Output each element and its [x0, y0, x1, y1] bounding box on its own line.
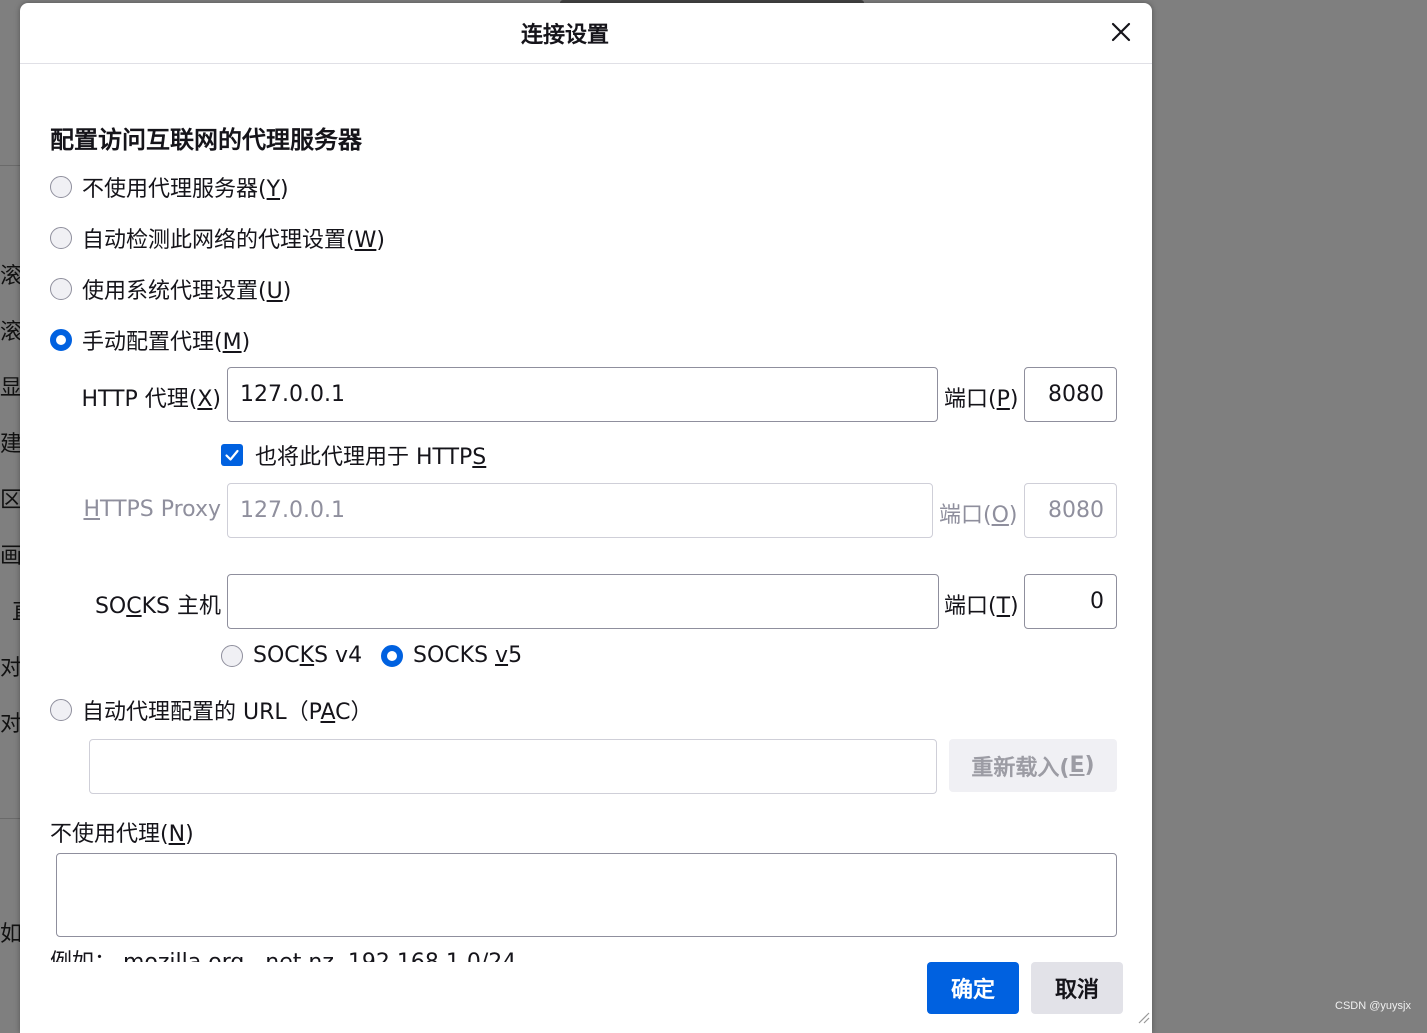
radio-button[interactable] [50, 699, 72, 721]
radio-button[interactable] [50, 227, 72, 249]
radio-button[interactable] [50, 329, 72, 351]
background-text: 建设 [0, 432, 20, 457]
no-proxy-example: 例如：.mozilla.org, .net.nz, 192.168.1.0/24 [50, 944, 516, 962]
background-text: 滚屏 [0, 264, 20, 289]
no-proxy-label: 不使用代理(N) [50, 822, 194, 847]
background-text: 区分 [0, 488, 20, 513]
background-text: 对指 [0, 656, 20, 681]
resize-grip-icon[interactable] [1136, 1010, 1150, 1024]
radio-label: 自动代理配置的 URL（PAC） [82, 700, 373, 725]
watermark: CSDN @yuysjx [1335, 1000, 1411, 1012]
radio-label: 自动检测此网络的代理设置(W) [82, 228, 385, 253]
socks-port-input[interactable]: 0 [1024, 574, 1117, 629]
https-proxy-label: HTTPS Proxy [83, 497, 221, 522]
radio-system-proxy[interactable]: 使用系统代理设置(U) [50, 273, 291, 305]
background-text: 如 [0, 922, 20, 947]
cancel-button[interactable]: 取消 [1031, 962, 1123, 1014]
http-port-label: 端口(P) [944, 387, 1019, 412]
socks-host-label: SOCKS 主机 [94, 594, 221, 619]
radio-pac-url[interactable]: 自动代理配置的 URL（PAC） [50, 694, 373, 726]
radio-button[interactable] [50, 176, 72, 198]
dialog-titlebar: 连接设置 [20, 3, 1152, 64]
radio-manual-proxy[interactable]: 手动配置代理(M) [50, 324, 250, 356]
radio-label: 手动配置代理(M) [82, 330, 251, 355]
close-icon [1111, 22, 1131, 42]
socks-host-input[interactable] [227, 574, 939, 629]
https-port-label: 端口(O) [939, 503, 1018, 528]
background-text: 滚动 [0, 320, 20, 345]
https-port-input[interactable]: 8080 [1024, 483, 1117, 538]
https-proxy-input[interactable]: 127.0.0.1 [227, 483, 933, 538]
divider [0, 165, 20, 166]
section-title: 配置访问互联网的代理服务器 [50, 126, 362, 154]
radio-socks-v5[interactable]: SOCKS v5 [381, 643, 522, 668]
radio-label: SOCKS v5 [413, 643, 523, 668]
radio-button[interactable] [221, 644, 243, 667]
radio-label: 不使用代理服务器(Y) [82, 177, 289, 202]
radio-auto-detect[interactable]: 自动检测此网络的代理设置(W) [50, 222, 385, 254]
radio-label: SOCKS v4 [253, 643, 363, 668]
no-proxy-textarea[interactable] [56, 853, 1117, 937]
http-port-input[interactable]: 8080 [1024, 367, 1117, 422]
also-https-checkbox-row[interactable]: 也将此代理用于 HTTPS [221, 439, 486, 471]
background-text: 画在 [0, 544, 20, 569]
dialog-title: 连接设置 [520, 23, 609, 48]
radio-label: 使用系统代理设置(U) [82, 279, 292, 304]
radio-button[interactable] [50, 278, 72, 300]
radio-button[interactable] [381, 644, 403, 667]
connection-settings-dialog: 连接设置 配置访问互联网的代理服务器 不使用代理服务器(Y) 自动检测此网络的代… [20, 3, 1152, 1033]
http-proxy-input[interactable]: 127.0.0.1 [227, 367, 938, 422]
checkbox-label: 也将此代理用于 HTTPS [255, 445, 487, 470]
ok-button[interactable]: 确定 [927, 962, 1019, 1014]
background-text: 对指 [0, 712, 20, 737]
pac-url-input[interactable] [89, 739, 937, 794]
radio-no-proxy[interactable]: 不使用代理服务器(Y) [50, 171, 289, 203]
checkbox[interactable] [221, 444, 243, 466]
divider [0, 818, 20, 819]
reload-button[interactable]: 重新载入(E) [949, 739, 1117, 792]
http-proxy-label: HTTP 代理(X) [81, 387, 221, 412]
close-button[interactable] [1106, 17, 1136, 47]
background-page: 滚屏 滚动 显示 建设 区分 画在 直 对指 对指 如 [0, 0, 32, 1024]
socks-port-label: 端口(T) [944, 594, 1019, 619]
radio-socks-v4[interactable]: SOCKS v4 [221, 643, 362, 668]
checkmark-icon [225, 449, 239, 461]
background-text: 显示 [0, 376, 20, 401]
